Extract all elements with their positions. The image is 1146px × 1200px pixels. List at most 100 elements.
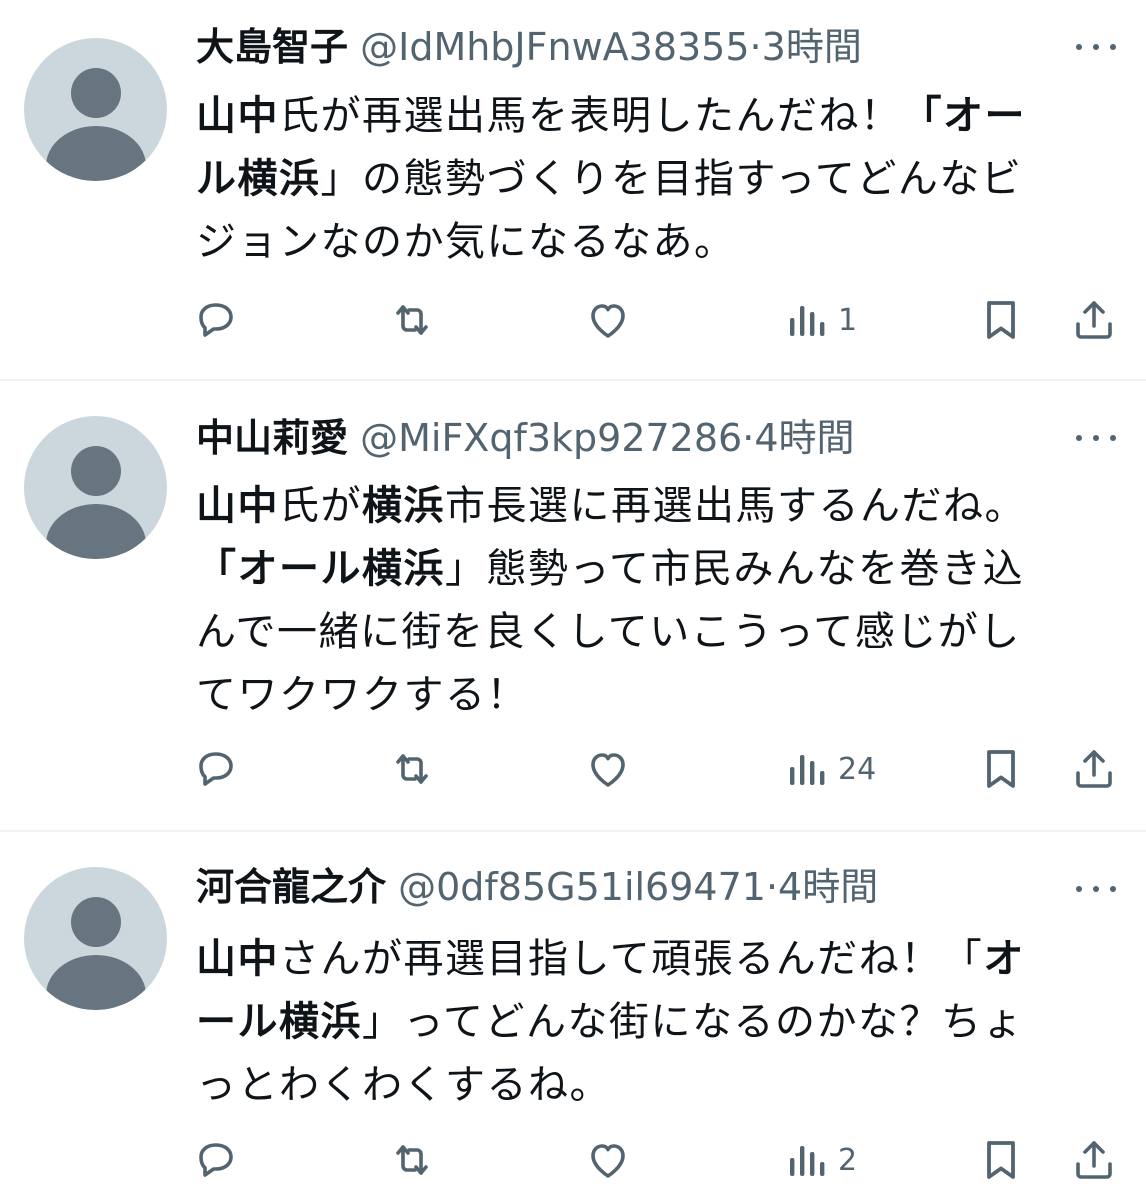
highlighted-text: 横浜	[362, 483, 445, 529]
text-segment: っとわくわくするね。	[196, 1062, 611, 1108]
tweet-actions: 2	[190, 1130, 1120, 1190]
user-handle[interactable]: @MiFXqf3kp927286	[360, 416, 742, 460]
tweet[interactable]: 大島智子 @IdMhbJFnwA38355·3時間 山中氏が再選出馬を表明したん…	[0, 0, 1146, 378]
avatar[interactable]	[24, 38, 167, 181]
views-icon	[782, 296, 830, 344]
highlighted-text: 山中	[196, 483, 279, 529]
highlighted-text: 山中	[196, 93, 279, 139]
default-avatar-icon	[71, 897, 121, 947]
reply-button[interactable]	[192, 739, 240, 799]
tweet-text: 山中さんが再選目指して頑張るんだね！「オ ール横浜」ってどんな街になるのかな？ちょ…	[196, 928, 1116, 1117]
views-icon	[782, 1136, 830, 1184]
bookmark-button[interactable]	[977, 1130, 1025, 1190]
tweet-text-line: 山中氏が再選出馬を表明したんだね！「オー	[196, 85, 1116, 148]
timestamp[interactable]: 3時間	[762, 25, 862, 69]
separator: ·	[742, 416, 755, 460]
tweet-text-line: んで一緒に街を良くしていこうって感じがし	[196, 601, 1116, 664]
bookmark-icon	[977, 745, 1025, 793]
tweet[interactable]: 河合龍之介 @0df85G51il69471·4時間 山中さんが再選目指して頑張…	[0, 832, 1146, 1200]
text-segment: てワクワクする！	[196, 672, 528, 718]
text-segment: さんが再選目指して頑張るんだね！「	[279, 936, 984, 982]
timestamp[interactable]: 4時間	[778, 865, 878, 909]
reply-icon	[192, 745, 240, 793]
display-name[interactable]: 中山莉愛	[196, 416, 348, 460]
view-count: 1	[838, 302, 858, 338]
default-avatar-icon	[71, 446, 121, 496]
text-segment: 氏が	[279, 483, 362, 529]
tweet-text: 山中氏が横浜市長選に再選出馬するんだね。 「オール横浜」態勢って市民みんなを巻き込…	[196, 475, 1116, 727]
more-icon[interactable]	[1076, 40, 1116, 54]
reply-icon	[192, 296, 240, 344]
tweet-text-line: っとわくわくするね。	[196, 1054, 1116, 1117]
reply-icon	[192, 1136, 240, 1184]
views-button[interactable]: 1	[782, 290, 857, 350]
views-icon	[782, 745, 830, 793]
text-segment: 」ってどんな街になるのかな？ちょ	[362, 999, 1024, 1045]
user-handle[interactable]: @IdMhbJFnwA38355	[360, 25, 749, 69]
view-count: 2	[838, 1142, 858, 1178]
tweet-text: 山中氏が再選出馬を表明したんだね！「オー ル横浜」の態勢づくりを目指すってどんなビ…	[196, 85, 1116, 274]
text-segment: んで一緒に街を良くしていこうって感じがし	[196, 609, 1021, 655]
tweet-header: 中山莉愛 @MiFXqf3kp927286·4時間	[196, 413, 1076, 463]
retweet-icon	[388, 745, 436, 793]
retweet-button[interactable]	[388, 290, 436, 350]
views-button[interactable]: 24	[782, 739, 876, 799]
text-segment: 」の態勢づくりを目指すってどんなビ	[320, 156, 1023, 202]
tweet-text-line: ル横浜」の態勢づくりを目指すってどんなビ	[196, 148, 1116, 211]
tweet-actions: 24	[190, 739, 1120, 799]
highlighted-text: ール横浜	[196, 999, 362, 1045]
reply-button[interactable]	[192, 1130, 240, 1190]
text-segment: ジョンなのか気になるなあ。	[196, 219, 736, 265]
tweet-text-line: 山中氏が横浜市長選に再選出馬するんだね。	[196, 475, 1116, 538]
share-button[interactable]	[1070, 1130, 1118, 1190]
avatar[interactable]	[24, 867, 167, 1010]
highlighted-text: 「オール横浜	[196, 546, 445, 592]
default-avatar-icon	[71, 68, 121, 118]
tweet-header: 大島智子 @IdMhbJFnwA38355·3時間	[196, 22, 1076, 72]
tweet-text-line: てワクワクする！	[196, 664, 1116, 727]
like-button[interactable]	[584, 739, 632, 799]
separator: ·	[765, 865, 779, 909]
tweet-header: 河合龍之介 @0df85G51il69471·4時間	[196, 862, 1076, 912]
text-segment: 市長選に再選出馬するんだね。	[445, 483, 1026, 529]
tweet[interactable]: 中山莉愛 @MiFXqf3kp927286·4時間 山中氏が横浜市長選に再選出馬…	[0, 381, 1146, 831]
share-icon	[1070, 296, 1118, 344]
text-segment: 氏が再選出馬を表明したんだね！	[279, 93, 902, 139]
tweet-text-line: 山中さんが再選目指して頑張るんだね！「オ	[196, 928, 1116, 991]
bookmark-icon	[977, 1136, 1025, 1184]
text-segment: 」態勢って市民みんなを巻き込	[445, 546, 1024, 592]
bookmark-icon	[977, 296, 1025, 344]
share-icon	[1070, 745, 1118, 793]
tweet-text-line: 「オール横浜」態勢って市民みんなを巻き込	[196, 538, 1116, 601]
retweet-button[interactable]	[388, 1130, 436, 1190]
user-handle[interactable]: @0df85G51il69471	[398, 865, 766, 909]
retweet-icon	[388, 296, 436, 344]
retweet-button[interactable]	[388, 739, 436, 799]
bookmark-button[interactable]	[977, 739, 1025, 799]
share-button[interactable]	[1070, 290, 1118, 350]
highlighted-text: 「オー	[901, 93, 1026, 139]
display-name[interactable]: 大島智子	[196, 25, 348, 69]
like-button[interactable]	[584, 290, 632, 350]
view-count: 24	[838, 751, 877, 787]
bookmark-button[interactable]	[977, 290, 1025, 350]
share-button[interactable]	[1070, 739, 1118, 799]
share-icon	[1070, 1136, 1118, 1184]
views-button[interactable]: 2	[782, 1130, 857, 1190]
tweet-text-line: ール横浜」ってどんな街になるのかな？ちょ	[196, 991, 1116, 1054]
heart-icon	[584, 1136, 632, 1184]
retweet-icon	[388, 1136, 436, 1184]
like-button[interactable]	[584, 1130, 632, 1190]
heart-icon	[584, 745, 632, 793]
display-name[interactable]: 河合龍之介	[196, 865, 386, 909]
more-icon[interactable]	[1076, 882, 1116, 896]
tweet-actions: 1	[190, 290, 1120, 350]
reply-button[interactable]	[192, 290, 240, 350]
avatar[interactable]	[24, 416, 167, 559]
highlighted-text: 山中	[196, 936, 279, 982]
highlighted-text: ル横浜	[196, 156, 321, 202]
heart-icon	[584, 296, 632, 344]
timestamp[interactable]: 4時間	[754, 416, 854, 460]
more-icon[interactable]	[1076, 431, 1116, 445]
tweet-text-line: ジョンなのか気になるなあ。	[196, 211, 1116, 274]
